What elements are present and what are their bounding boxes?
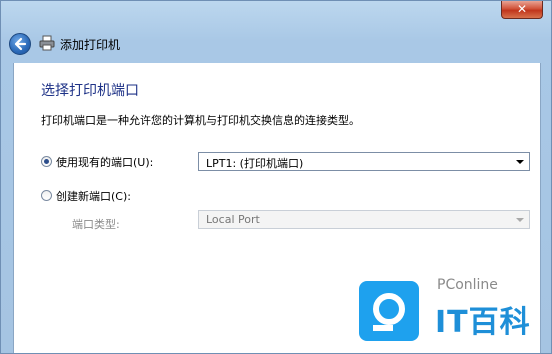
add-printer-window: ✕ 添加打印机 选择打印机端口 打印机端口是一种允许您的计算机与打印机交换信息的… <box>0 0 552 354</box>
pconline-logo-icon <box>359 281 419 341</box>
chevron-down-icon <box>516 218 524 222</box>
use-existing-port-label[interactable]: 使用现有的端口(U): <box>56 154 153 170</box>
port-type-value: Local Port <box>206 213 260 226</box>
use-existing-port-radio[interactable] <box>41 156 52 167</box>
printer-icon <box>39 35 55 51</box>
port-type-select[interactable]: Local Port <box>198 210 530 229</box>
chevron-down-icon <box>516 160 524 164</box>
existing-port-value: LPT1: (打印机端口) <box>206 157 304 170</box>
brand-big: IT百科 <box>435 305 531 340</box>
page-heading: 选择打印机端口 <box>41 83 139 99</box>
window-title: 添加打印机 <box>60 38 121 52</box>
pconline-watermark: PConline IT百科 <box>359 275 549 351</box>
create-new-port-radio[interactable] <box>41 190 52 201</box>
close-icon: ✕ <box>516 2 528 16</box>
back-button[interactable] <box>9 33 31 55</box>
close-button[interactable]: ✕ <box>501 1 543 19</box>
port-type-label: 端口类型: <box>72 218 120 231</box>
page-description: 打印机端口是一种允许您的计算机与打印机交换信息的连接类型。 <box>41 114 360 127</box>
existing-port-select[interactable]: LPT1: (打印机端口) <box>198 152 530 171</box>
title-bar: ✕ 添加打印机 <box>1 1 551 63</box>
create-new-port-label[interactable]: 创建新端口(C): <box>56 188 131 204</box>
back-arrow-icon <box>14 37 27 51</box>
brand-small: PConline <box>437 277 498 293</box>
